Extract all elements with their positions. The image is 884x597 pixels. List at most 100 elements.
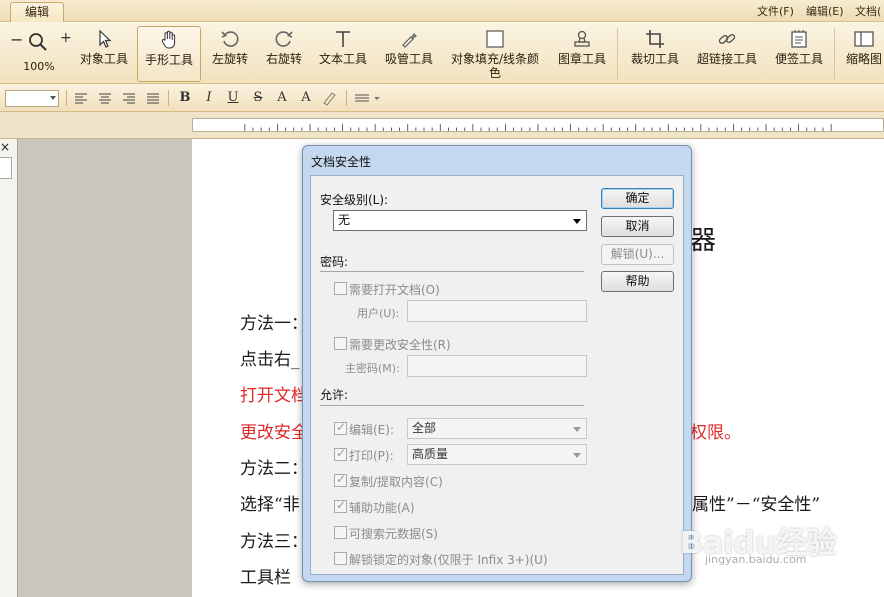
superscript-button[interactable]: A [273,89,291,107]
thumbnail-icon [854,31,874,47]
print-permission-select[interactable]: 高质量 [407,444,587,465]
format-separator [168,90,169,106]
doc-heading-fragment: 器 [690,226,717,256]
side-panel: × [0,139,18,597]
align-left-icon[interactable] [74,92,88,104]
ribbon-separator [834,28,835,80]
font-size-select[interactable] [5,90,59,107]
copy-extract-checkbox[interactable]: ✓ [334,472,347,487]
security-level-label: 安全级别(L): [320,193,389,207]
link-icon [718,34,736,44]
edit-permission-select[interactable]: 全部 [407,418,587,439]
format-toolbar: B I U S A A [0,84,884,112]
unlock-locked-objects-label: 解锁锁定的对象(仅限于 Infix 3+)(U) [349,553,548,567]
copy-extract-label: 复制/提取内容(C) [349,475,443,489]
menu-edit[interactable]: 编辑(E) [806,3,844,19]
doc-line: 方法一： [240,314,308,334]
dialog-body: 安全级别(L): 无 密码: 需要打开文档(O) 用户(U): 需要更改安全性(… [310,175,684,575]
edit-permission-checkbox[interactable]: ✓ [334,420,347,435]
hand-tool-button[interactable]: 手形工具 [137,26,201,82]
permissions-group-label: 允许: [320,388,349,402]
doc-line: 属性”－“安全性” [692,495,821,515]
dialog-title: 文档安全性 [311,155,372,169]
eyedropper-tool-button[interactable]: 吸管工具 [382,26,436,82]
check-icon: ✓ [336,472,347,486]
document-security-dialog: 文档安全性 安全级别(L): 无 密码: 需要打开文档(O) 用户(U): 需要… [302,145,692,582]
require-open-checkbox[interactable] [334,282,347,295]
menu-document[interactable]: 文档( [855,3,881,19]
searchable-metadata-checkbox[interactable] [334,526,347,539]
require-change-label: 需要更改安全性(R) [349,338,451,352]
doc-line: 点击右_ [240,350,300,370]
doc-line: 方法三： [240,532,308,552]
help-button[interactable]: 帮助 [601,271,674,292]
edit-permission-label: 编辑(E): [349,423,394,437]
security-level-select[interactable]: 无 [333,210,587,231]
zoom-out-button[interactable]: − [10,30,23,49]
chevron-down-icon [573,453,581,458]
hyperlink-tool-button[interactable]: 超链接工具 [694,26,760,82]
text-t-icon [336,31,350,47]
zoom-in-button[interactable]: + [60,30,72,46]
close-icon[interactable]: × [0,141,12,153]
bold-button[interactable]: B [176,89,194,107]
unlock-button[interactable]: 解锁(U)... [601,244,674,265]
searchable-metadata-label: 可搜索元数据(S) [349,527,438,541]
align-center-icon[interactable] [98,92,112,104]
crop-tool-button[interactable]: 裁切工具 [628,26,682,82]
doc-line: 权限。 [690,423,741,443]
accessibility-label: 辅助功能(A) [349,501,415,515]
chevron-down-icon [50,96,56,100]
baidu-watermark-url: jingyan.baidu.com [705,553,807,566]
side-panel-content [0,157,12,179]
thumbnail-button[interactable]: 缩略图 [844,26,884,82]
doc-line: 更改安全 [240,423,308,443]
text-tool-button[interactable]: 文本工具 [316,26,370,82]
accessibility-checkbox[interactable]: ✓ [334,498,347,513]
strikethrough-button[interactable]: S [249,89,267,107]
print-permission-checkbox[interactable]: ✓ [334,446,347,461]
note-tool-button[interactable]: 便签工具 [772,26,826,82]
print-permission-label: 打印(P): [349,449,394,463]
tab-edit[interactable]: 编辑 [10,2,64,23]
check-icon: ✓ [336,498,347,512]
rotate-right-button[interactable]: 右旋转 [261,26,307,82]
rotate-left-button[interactable]: 左旋转 [207,26,253,82]
subscript-button[interactable]: A [297,89,315,107]
rotate-left-icon [221,31,239,47]
fill-stroke-color-button[interactable]: 对象填充/线条颜 色 [447,26,543,82]
cursor-arrow-icon [99,29,112,48]
highlighter-icon[interactable] [320,90,338,106]
user-password-input[interactable] [407,300,587,322]
password-group-label: 密码: [320,255,349,269]
ribbon-separator [617,28,618,80]
underline-button[interactable]: U [224,89,242,107]
doc-line: 工具栏 [240,568,291,588]
doc-line: 方法二： [240,459,308,479]
require-change-checkbox[interactable] [334,337,347,350]
hand-icon [161,30,176,49]
chevron-down-icon [573,219,581,224]
object-tool-button[interactable]: 对象工具 [78,26,130,82]
horizontal-ruler [192,118,884,132]
zoom-magnifier-icon[interactable] [28,32,48,52]
crop-icon [646,30,664,48]
format-separator [66,90,67,106]
note-icon [791,30,807,48]
line-spacing-icon[interactable] [354,93,380,103]
check-icon: ✓ [336,420,347,434]
unlock-locked-objects-checkbox[interactable] [334,552,347,565]
chevron-down-icon [573,427,581,432]
group-divider [320,405,584,406]
ribbon-tab-bar: 编辑 文件(F) 编辑(E) 文档( [0,0,884,23]
format-separator [346,90,347,106]
align-right-icon[interactable] [122,92,136,104]
align-justify-icon[interactable] [146,92,160,104]
cancel-button[interactable]: 取消 [601,216,674,237]
menu-file[interactable]: 文件(F) [757,3,794,19]
eyedropper-icon [402,33,417,48]
italic-button[interactable]: I [200,89,218,107]
ok-button[interactable]: 确定 [601,188,674,209]
master-password-input[interactable] [407,355,587,377]
stamp-tool-button[interactable]: 图章工具 [555,26,609,82]
